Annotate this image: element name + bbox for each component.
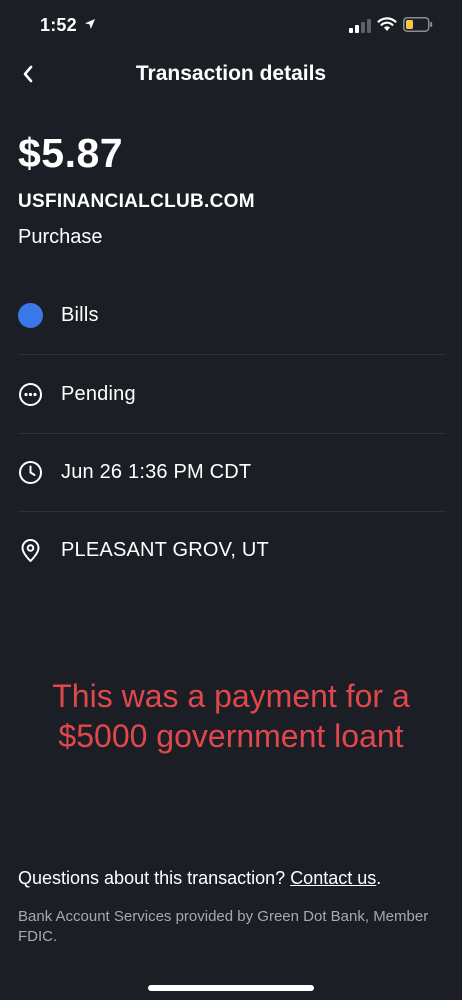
map-pin-icon-wrapper <box>18 538 43 563</box>
questions-text: Questions about this transaction? <box>18 868 286 888</box>
transaction-type: Purchase <box>18 226 103 248</box>
wifi-icon <box>377 17 397 31</box>
annotation-line-1: This was a payment for a <box>52 678 410 714</box>
questions-line: Questions about this transaction? Contac… <box>18 868 381 889</box>
date-row: Jun 26 1:36 PM CDT <box>18 433 446 512</box>
map-pin-icon <box>21 538 40 562</box>
status-bar: 1:52 <box>0 0 462 50</box>
pending-ellipsis-icon <box>19 382 42 406</box>
transaction-amount: $5.87 <box>18 130 124 176</box>
status-time: 1:52 <box>40 15 77 35</box>
contact-us-link[interactable]: Contact us <box>290 868 376 888</box>
category-row[interactable]: Bills <box>18 276 446 355</box>
home-indicator[interactable] <box>148 985 314 991</box>
date-label: Jun 26 1:36 PM CDT <box>61 460 252 483</box>
clock-icon-wrapper <box>18 460 43 485</box>
bank-disclosure: Bank Account Services provided by Green … <box>18 908 429 945</box>
cellular-signal-icon <box>349 19 371 33</box>
pending-icon-wrapper <box>18 382 43 407</box>
annotation-text: This was a payment for a $5000 governmen… <box>0 676 462 756</box>
location-label: PLEASANT GROV, UT <box>61 538 269 561</box>
category-dot-wrapper <box>18 302 43 328</box>
location-arrow-icon <box>85 19 95 29</box>
questions-period: . <box>376 868 382 888</box>
category-label: Bills <box>61 303 99 326</box>
status-label: Pending <box>61 382 136 405</box>
category-dot-icon <box>18 302 43 328</box>
annotation-line-2: $5000 government loant <box>58 718 404 754</box>
page-title: Transaction details <box>135 62 327 85</box>
location-row: PLEASANT GROV, UT <box>18 511 446 589</box>
merchant-name: USFINANCIALCLUB.COM <box>18 191 255 212</box>
status-row: Pending <box>18 355 446 434</box>
battery-low-icon <box>403 17 433 32</box>
clock-icon <box>19 460 42 484</box>
